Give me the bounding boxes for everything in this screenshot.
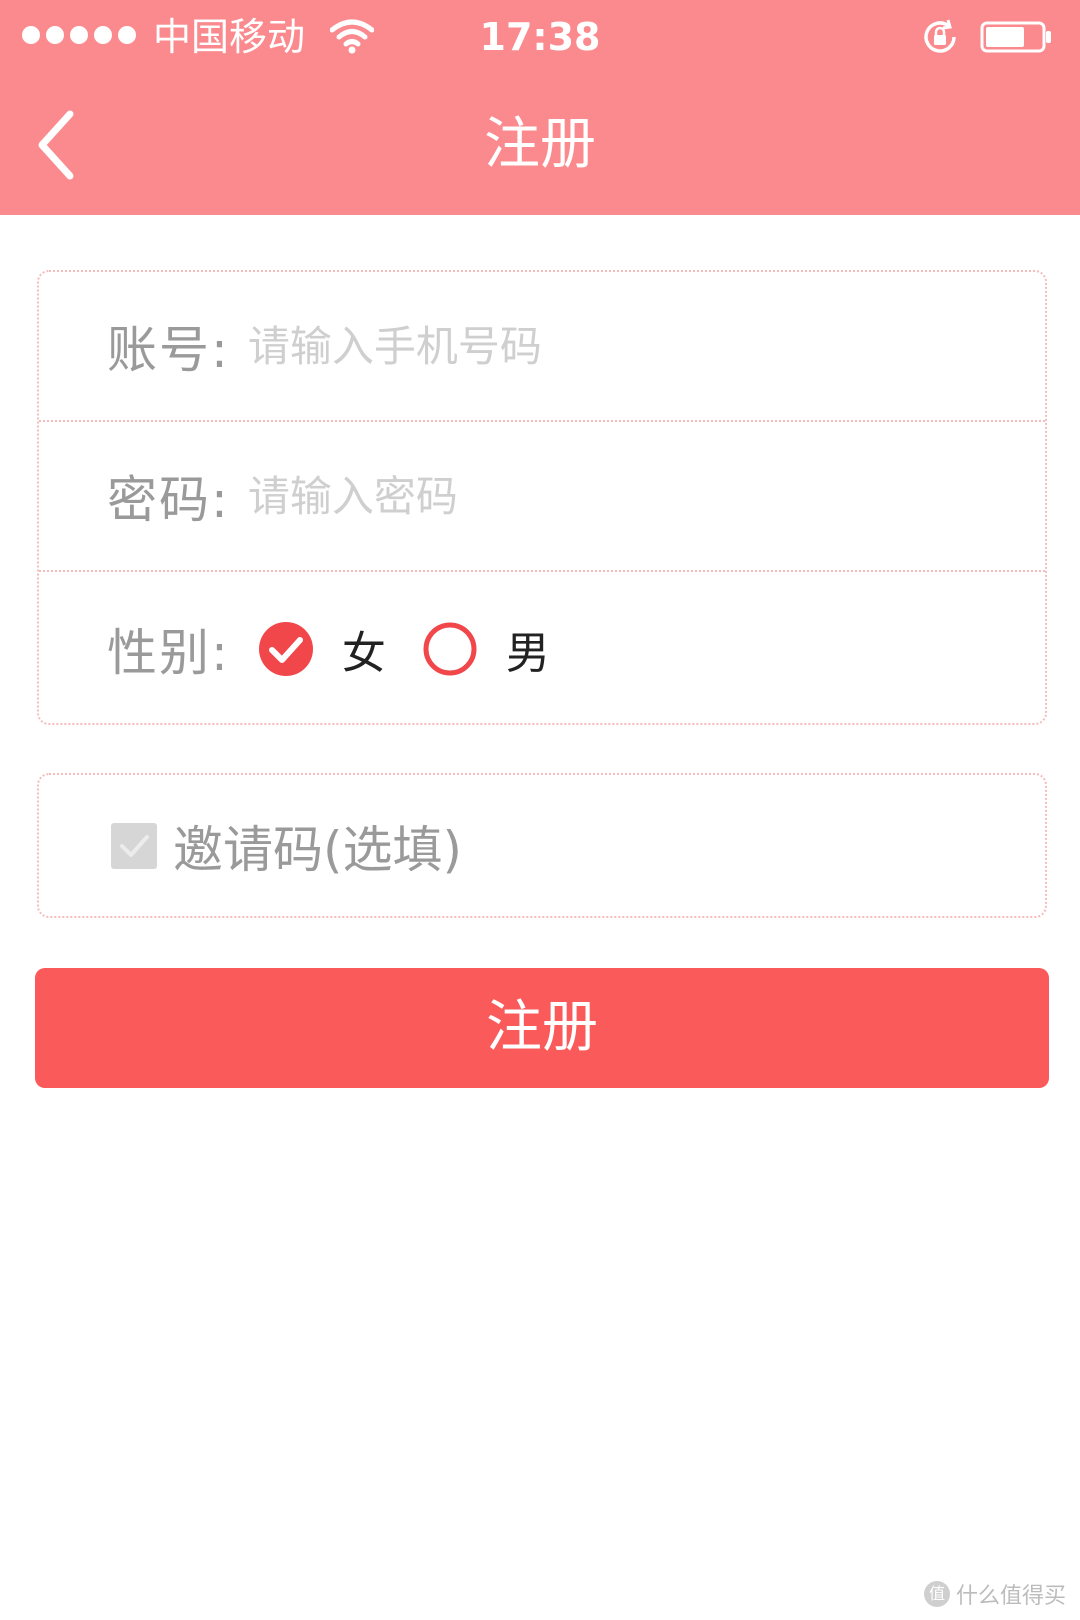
register-button[interactable]: 注册	[35, 968, 1049, 1088]
account-row: 账号:	[39, 272, 1045, 422]
watermark: 值 什么值得买	[923, 1578, 1066, 1610]
wifi-icon	[330, 19, 374, 54]
chevron-left-icon[interactable]	[28, 100, 88, 190]
clock-time: 17:38	[479, 15, 601, 59]
gender-option-female-label: 女	[341, 627, 386, 679]
battery-icon	[980, 21, 1051, 53]
password-input[interactable]	[247, 456, 948, 536]
account-input[interactable]	[247, 306, 948, 386]
account-label: 账号:	[107, 321, 230, 379]
checked-circle-icon[interactable]	[258, 621, 314, 677]
invite-checkbox[interactable]	[111, 822, 157, 869]
invite-code-label: 邀请码(选填)	[173, 820, 463, 879]
password-row: 密码:	[39, 422, 1045, 572]
gender-row: 性别: 女 男	[39, 572, 1045, 725]
gender-option-male[interactable]: 男	[422, 617, 550, 681]
status-bar: 中国移动 17:38	[0, 0, 1080, 75]
watermark-text: 什么值得买	[955, 1584, 1066, 1609]
invite-code-row[interactable]: 邀请码(选填)	[37, 773, 1047, 918]
rotation-lock-icon	[924, 19, 956, 53]
registration-form: 账号: 密码: 性别: 女 男	[37, 270, 1047, 725]
page-title: 注册	[484, 112, 596, 177]
gender-label: 性别:	[107, 623, 230, 682]
empty-circle-icon[interactable]	[422, 621, 478, 677]
gender-option-female[interactable]: 女	[258, 617, 386, 681]
checkmark-icon	[120, 834, 149, 857]
watermark-logo-icon: 值	[923, 1581, 950, 1607]
carrier-name: 中国移动	[153, 15, 306, 59]
signal-strength-icon	[22, 26, 136, 46]
password-label: 密码:	[107, 471, 230, 529]
gender-option-male-label: 男	[505, 627, 550, 679]
navigation-bar: 注册	[0, 75, 1080, 215]
